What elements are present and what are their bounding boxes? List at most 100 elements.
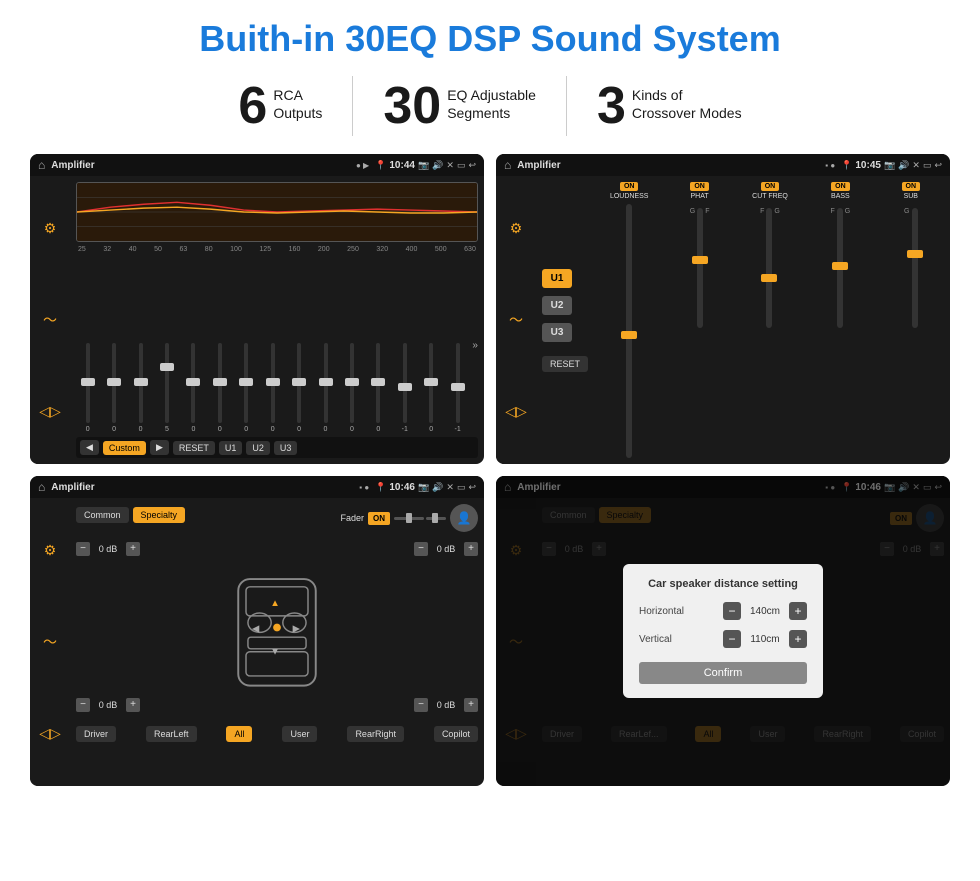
bass-thumb[interactable] <box>832 262 848 270</box>
bl-plus-btn[interactable]: + <box>126 698 140 712</box>
eq-thumb-1[interactable] <box>81 378 95 386</box>
eq-slider-11[interactable]: 0 <box>340 343 363 433</box>
crossover-wave-icon[interactable]: 〜 <box>509 310 523 330</box>
eq-thumb-14[interactable] <box>424 378 438 386</box>
eq-slider-12[interactable]: 0 <box>367 343 390 433</box>
eq-slider-3[interactable]: 0 <box>129 343 152 433</box>
bl-minus-btn[interactable]: − <box>76 698 90 712</box>
eq-track-10[interactable] <box>324 343 328 423</box>
eq-track-9[interactable] <box>297 343 301 423</box>
eq-slider-13[interactable]: -1 <box>393 343 416 433</box>
fader-on-btn[interactable]: ON <box>368 512 390 525</box>
loudness-on-badge[interactable]: ON <box>620 182 639 191</box>
eq-track-12[interactable] <box>376 343 380 423</box>
eq-track-7[interactable] <box>244 343 248 423</box>
eq-track-1[interactable] <box>86 343 90 423</box>
bass-slider[interactable] <box>837 208 843 328</box>
eq-slider-7[interactable]: 0 <box>235 343 258 433</box>
fader-wave-icon[interactable]: 〜 <box>43 632 57 652</box>
fader-eq-icon[interactable]: ⚙ <box>44 542 57 559</box>
play-button[interactable]: ▶ <box>150 440 169 455</box>
crossover-reset-btn[interactable]: RESET <box>542 356 588 372</box>
copilot-btn[interactable]: Copilot <box>434 726 478 742</box>
fader-vol-ctrl-icon[interactable]: ◁▷ <box>39 725 61 742</box>
eq-thumb-9[interactable] <box>292 378 306 386</box>
br-plus-btn[interactable]: + <box>464 698 478 712</box>
reset-button[interactable]: RESET <box>173 441 215 455</box>
eq-thumb-3[interactable] <box>134 378 148 386</box>
eq-thumb-4[interactable] <box>160 363 174 371</box>
rearleft-btn[interactable]: RearLeft <box>146 726 197 742</box>
eq-track-14[interactable] <box>429 343 433 423</box>
eq-track-15[interactable] <box>456 343 460 423</box>
fader-slider-mini[interactable] <box>394 517 446 520</box>
br-minus-btn[interactable]: − <box>414 698 428 712</box>
eq-track-5[interactable] <box>191 343 195 423</box>
crossover-u2-btn[interactable]: U2 <box>542 296 572 315</box>
eq-track-6[interactable] <box>218 343 222 423</box>
driver-btn[interactable]: Driver <box>76 726 116 742</box>
tl-minus-btn[interactable]: − <box>76 542 90 556</box>
eq-slider-5[interactable]: 0 <box>182 343 205 433</box>
eq-slider-15[interactable]: -1 <box>446 343 469 433</box>
prev-button[interactable]: ◀ <box>80 440 99 455</box>
fader-slider-track-2[interactable] <box>426 517 446 520</box>
vol-icon[interactable]: ◁▷ <box>39 403 61 420</box>
fader-slider-track[interactable] <box>394 517 424 520</box>
tl-plus-btn[interactable]: + <box>126 542 140 556</box>
vertical-plus-btn[interactable]: + <box>789 630 807 648</box>
cutfreq-on-badge[interactable]: ON <box>761 182 780 191</box>
cutfreq-slider[interactable] <box>766 208 772 328</box>
eq-slider-14[interactable]: 0 <box>419 343 442 433</box>
crossover-vol-ctrl-icon[interactable]: ◁▷ <box>505 403 527 420</box>
sub-slider[interactable] <box>912 208 918 328</box>
eq-thumb-12[interactable] <box>371 378 385 386</box>
chevron-right-icon[interactable]: » <box>472 340 478 351</box>
fader-home-icon[interactable]: ⌂ <box>38 480 45 494</box>
eq-thumb-8[interactable] <box>266 378 280 386</box>
home-icon[interactable]: ⌂ <box>38 158 45 172</box>
eq-slider-10[interactable]: 0 <box>314 343 337 433</box>
custom-button[interactable]: Custom <box>103 441 146 455</box>
eq-icon[interactable]: ⚙ <box>44 220 57 237</box>
u1-button[interactable]: U1 <box>219 441 243 455</box>
eq-track-11[interactable] <box>350 343 354 423</box>
eq-track-4[interactable] <box>165 343 169 423</box>
eq-thumb-2[interactable] <box>107 378 121 386</box>
u3-button[interactable]: U3 <box>274 441 298 455</box>
eq-thumb-6[interactable] <box>213 378 227 386</box>
horizontal-minus-btn[interactable]: − <box>723 602 741 620</box>
eq-slider-1[interactable]: 0 <box>76 343 99 433</box>
crossover-u3-btn[interactable]: U3 <box>542 323 572 342</box>
common-tab[interactable]: Common <box>76 507 129 523</box>
fader-slider-handle-2[interactable] <box>432 513 438 523</box>
eq-track-8[interactable] <box>271 343 275 423</box>
eq-thumb-7[interactable] <box>239 378 253 386</box>
phat-on-badge[interactable]: ON <box>690 182 709 191</box>
user-btn[interactable]: User <box>282 726 317 742</box>
eq-track-2[interactable] <box>112 343 116 423</box>
phat-thumb[interactable] <box>692 256 708 264</box>
eq-slider-4[interactable]: 5 <box>155 343 178 433</box>
confirm-button[interactable]: Confirm <box>639 662 807 684</box>
specialty-tab[interactable]: Specialty <box>133 507 186 523</box>
crossover-home-icon[interactable]: ⌂ <box>504 158 511 172</box>
u2-button[interactable]: U2 <box>246 441 270 455</box>
cutfreq-thumb[interactable] <box>761 274 777 282</box>
tr-plus-btn[interactable]: + <box>464 542 478 556</box>
tr-minus-btn[interactable]: − <box>414 542 428 556</box>
eq-thumb-13[interactable] <box>398 383 412 391</box>
horizontal-plus-btn[interactable]: + <box>789 602 807 620</box>
loudness-thumb[interactable] <box>621 331 637 339</box>
wave-icon[interactable]: 〜 <box>43 310 57 330</box>
crossover-u1-btn[interactable]: U1 <box>542 269 572 288</box>
rearright-btn[interactable]: RearRight <box>347 726 404 742</box>
phat-slider[interactable] <box>697 208 703 328</box>
loudness-slider[interactable] <box>626 204 632 458</box>
eq-track-13[interactable] <box>403 343 407 423</box>
eq-slider-9[interactable]: 0 <box>287 343 310 433</box>
crossover-eq-icon[interactable]: ⚙ <box>510 220 523 237</box>
eq-slider-2[interactable]: 0 <box>102 343 125 433</box>
vertical-minus-btn[interactable]: − <box>723 630 741 648</box>
eq-thumb-11[interactable] <box>345 378 359 386</box>
